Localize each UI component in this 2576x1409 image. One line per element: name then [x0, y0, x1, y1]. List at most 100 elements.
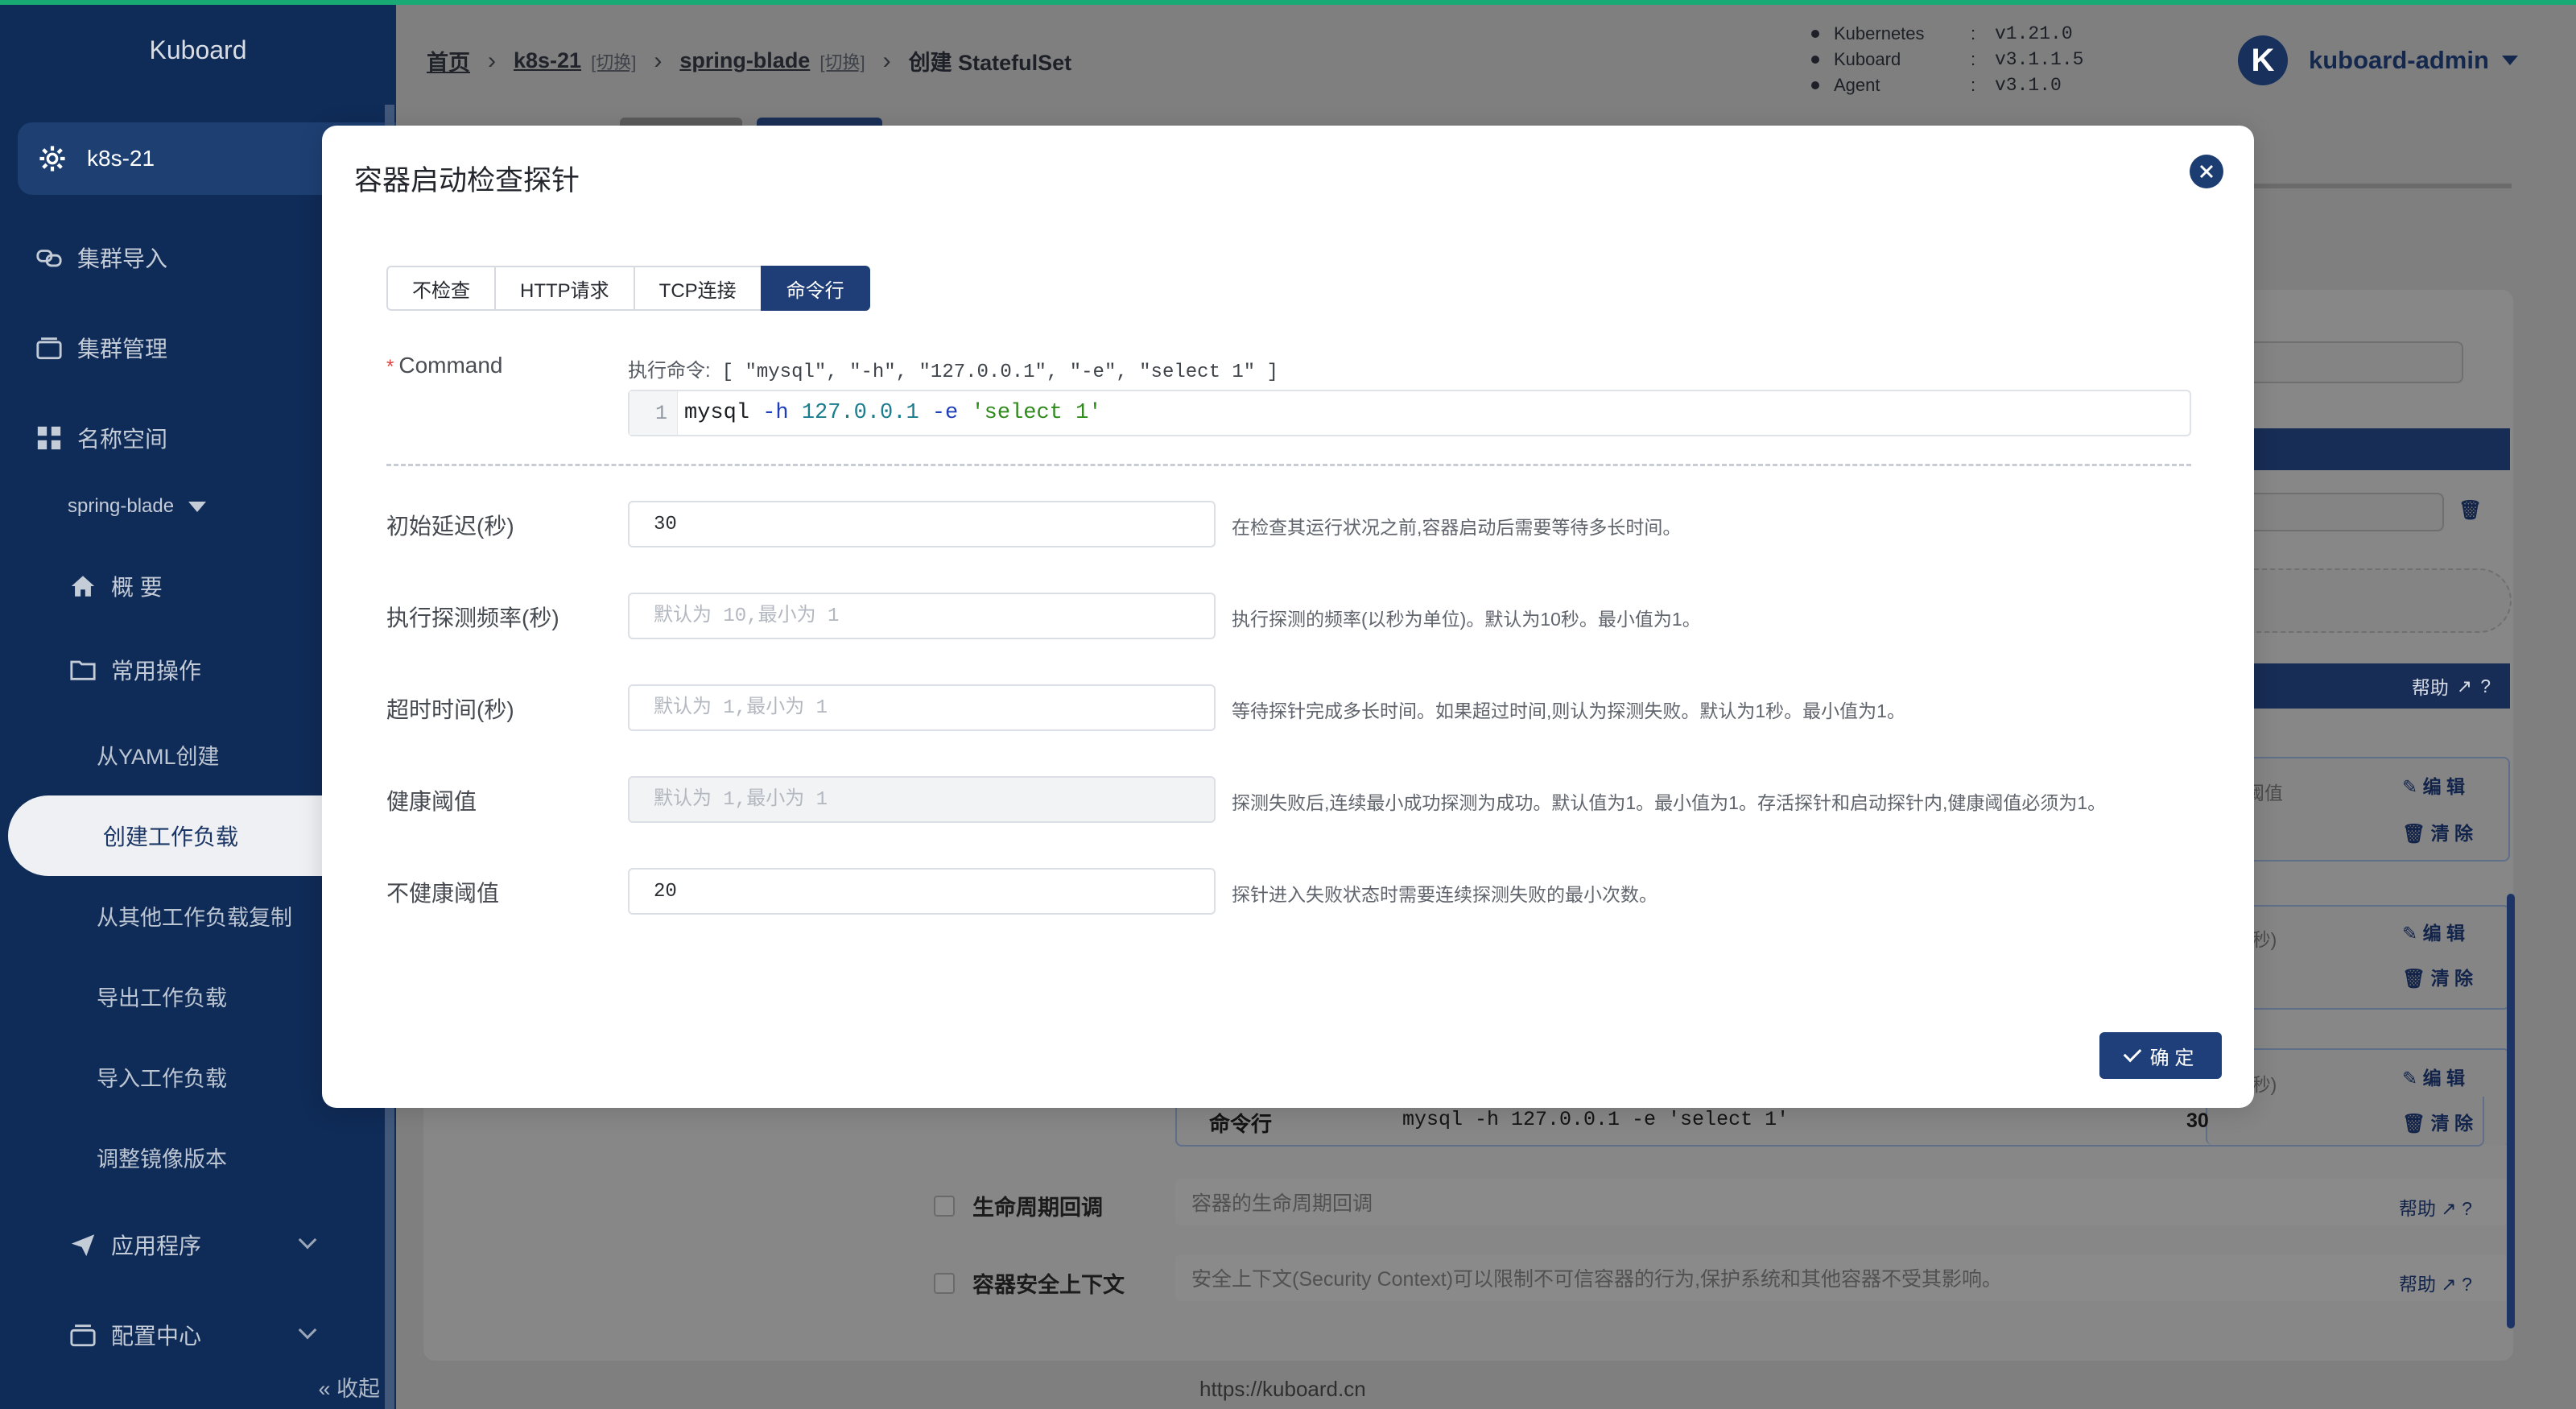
footer-link[interactable]: https://kuboard.cn — [1199, 1377, 1366, 1402]
caret-down-icon — [188, 501, 207, 512]
content-scrollbar[interactable] — [2507, 894, 2515, 1328]
sidebar-item-common-ops[interactable]: 常用操作 — [69, 647, 201, 692]
help-link[interactable]: 帮助 — [2412, 672, 2449, 700]
timeout-input[interactable] — [628, 684, 1216, 731]
command-hint-label: 执行命令: — [628, 360, 711, 382]
sidebar-item-apps[interactable]: 应用程序 — [69, 1222, 359, 1267]
initial-delay-input[interactable] — [628, 501, 1216, 547]
field-label: 不健康阈值 — [386, 881, 500, 906]
bg-probe-value: 30 — [2186, 1109, 2209, 1132]
username: kuboard-admin — [2309, 46, 2489, 74]
sidebar-collapse[interactable]: « 收起 — [318, 1371, 380, 1403]
edit-button[interactable]: ✎ 编 辑 — [2402, 918, 2465, 945]
tab-command[interactable]: 命令行 — [760, 266, 870, 311]
security-label: 容器安全上下文 — [972, 1273, 1125, 1297]
sidebar-item-overview[interactable]: 概 要 — [69, 564, 163, 609]
sidebar-item-cluster-import[interactable]: 集群导入 — [35, 235, 167, 280]
sidebar-item-config[interactable]: 配置中心 — [69, 1312, 359, 1357]
chevron-right-icon: › — [654, 47, 663, 74]
probe-dialog: 容器启动检查探针 不检查 HTTP请求 TCP连接 命令行 * Command 执… — [322, 126, 2254, 1108]
tab-tcp[interactable]: TCP连接 — [633, 266, 762, 311]
version-value: v1.21.0 — [1995, 23, 2073, 44]
close-button[interactable] — [2190, 155, 2223, 188]
field-failure-threshold: 不健康阈值 探针进入失败状态时需要连续探测失败的最小次数。 — [386, 868, 2190, 915]
edit-button[interactable]: ✎ 编 辑 — [2402, 1063, 2465, 1090]
lifecycle-placeholder: 容器的生命周期回调 — [1191, 1192, 1373, 1215]
check-icon — [2123, 1043, 2141, 1063]
sidebar-sub-copy-workload[interactable]: 从其他工作负载复制 — [97, 895, 292, 936]
close-icon — [2199, 164, 2214, 179]
breadcrumb-switch-cluster[interactable]: [切换] — [591, 48, 636, 74]
lifecycle-option[interactable]: 生命周期回调 — [934, 1190, 1103, 1221]
field-description: 探测失败后,连续最小成功探测为成功。默认值为1。最小值为1。存活探针和启动探针内… — [1232, 792, 2107, 813]
security-option[interactable]: 容器安全上下文 — [934, 1267, 1125, 1299]
user-menu[interactable]: K kuboard-admin — [2238, 35, 2518, 85]
tab-no-check[interactable]: 不检查 — [386, 266, 496, 311]
code-token: 'select 1' — [971, 401, 1102, 425]
external-link-icon: ↗ — [2456, 675, 2473, 696]
namespace-selector[interactable]: spring-blade — [68, 495, 207, 518]
clear-label: 清 除 — [2430, 968, 2473, 989]
sidebar-item-label: 集群导入 — [77, 246, 168, 271]
clear-button[interactable]: 🗑 清 除 — [2402, 963, 2473, 990]
bullet-icon — [1811, 81, 1819, 89]
field-label: 超时时间(秒) — [386, 697, 514, 722]
version-value: v3.1.1.5 — [1995, 49, 2084, 70]
sidebar-item-label: 集群管理 — [77, 337, 168, 362]
sidebar-item-label: 概 要 — [111, 575, 163, 600]
namespace-label: spring-blade — [68, 495, 175, 517]
help-label: 帮助 — [2399, 1274, 2436, 1295]
breadcrumb-home[interactable]: 首页 — [427, 45, 470, 76]
lifecycle-field: 容器的生命周期回调 — [1175, 1179, 2508, 1225]
sidebar-item-label: 应用程序 — [111, 1233, 202, 1258]
sidebar-item-cluster-manage[interactable]: 集群管理 — [35, 325, 167, 370]
help-link[interactable]: 帮助 ↗ ? — [2399, 1269, 2472, 1296]
sidebar-sub-export-workload[interactable]: 导出工作负载 — [97, 976, 227, 1016]
clear-button[interactable]: 🗑 清 除 — [2402, 818, 2473, 845]
edit-button[interactable]: ✎ 编 辑 — [2402, 771, 2465, 799]
question-icon: ? — [2480, 675, 2491, 696]
sidebar-sub-adjust-image[interactable]: 调整镜像版本 — [97, 1137, 227, 1177]
failure-threshold-input[interactable] — [628, 868, 1216, 915]
field-description: 等待探针完成多长时间。如果超过时间,则认为探测失败。默认为1秒。最小值为1。 — [1232, 700, 1905, 721]
sidebar-sub-from-yaml[interactable]: 从YAML创建 — [97, 734, 220, 775]
code-token: -e — [931, 401, 959, 425]
command-hint: 执行命令: [ "mysql", "-h", "127.0.0.1", "-e",… — [628, 354, 1278, 383]
field-description: 探针进入失败状态时需要连续探测失败的最小次数。 — [1232, 884, 1657, 905]
sidebar-item-label: 配置中心 — [111, 1324, 202, 1349]
breadcrumb-switch-namespace[interactable]: [切换] — [819, 48, 865, 74]
external-link-icon: ↗ — [2441, 1274, 2457, 1295]
period-input[interactable] — [628, 593, 1216, 639]
confirm-button[interactable]: 确 定 — [2099, 1032, 2222, 1079]
lifecycle-label: 生命周期回调 — [972, 1196, 1103, 1220]
sidebar-sub-import-workload[interactable]: 导入工作负载 — [97, 1056, 227, 1097]
breadcrumb-namespace[interactable]: spring-blade — [679, 48, 810, 73]
command-editor[interactable]: 1 mysql -h 127.0.0.1 -e 'select 1' — [628, 390, 2191, 436]
lifecycle-checkbox[interactable] — [934, 1195, 955, 1217]
tab-http[interactable]: HTTP请求 — [494, 266, 635, 311]
section-divider — [386, 464, 2191, 466]
command-code[interactable]: mysql -h 127.0.0.1 -e 'select 1' — [678, 401, 1102, 425]
field-timeout: 超时时间(秒) 等待探针完成多长时间。如果超过时间,则认为探测失败。默认为1秒。… — [386, 684, 2190, 731]
field-period: 执行探测频率(秒) 执行探测的频率(以秒为单位)。默认为10秒。最小值为1。 — [386, 593, 2190, 639]
version-row: Kubernetes: v1.21.0 — [1811, 21, 2083, 47]
trash-icon: 🗑 — [2402, 823, 2431, 844]
question-icon: ? — [2462, 1198, 2472, 1219]
help-link[interactable]: 帮助 ↗ ? — [2399, 1193, 2472, 1221]
version-colon: : — [1971, 75, 1976, 95]
edit-label: 编 辑 — [2422, 923, 2466, 944]
sidebar-item-namespace[interactable]: 名称空间 — [35, 415, 167, 461]
trash-icon[interactable]: 🗑 — [2458, 499, 2482, 521]
edit-icon: ✎ — [2402, 776, 2423, 797]
bullet-icon — [1811, 30, 1819, 38]
version-name: Kubernetes — [1834, 23, 1925, 43]
sidebar-item-label: 名称空间 — [77, 427, 168, 452]
sidebar-logo[interactable]: Kuboard — [0, 35, 396, 65]
required-asterisk: * — [386, 356, 394, 378]
field-description: 执行探测的频率(以秒为单位)。默认为10秒。最小值为1。 — [1232, 609, 1701, 630]
breadcrumb-cluster[interactable]: k8s-21 — [514, 48, 581, 73]
sidebar-cluster-label: k8s-21 — [87, 146, 155, 171]
grid-icon — [37, 426, 61, 450]
sidebar-collapse-label: 收起 — [336, 1377, 380, 1401]
security-checkbox[interactable] — [934, 1272, 955, 1294]
